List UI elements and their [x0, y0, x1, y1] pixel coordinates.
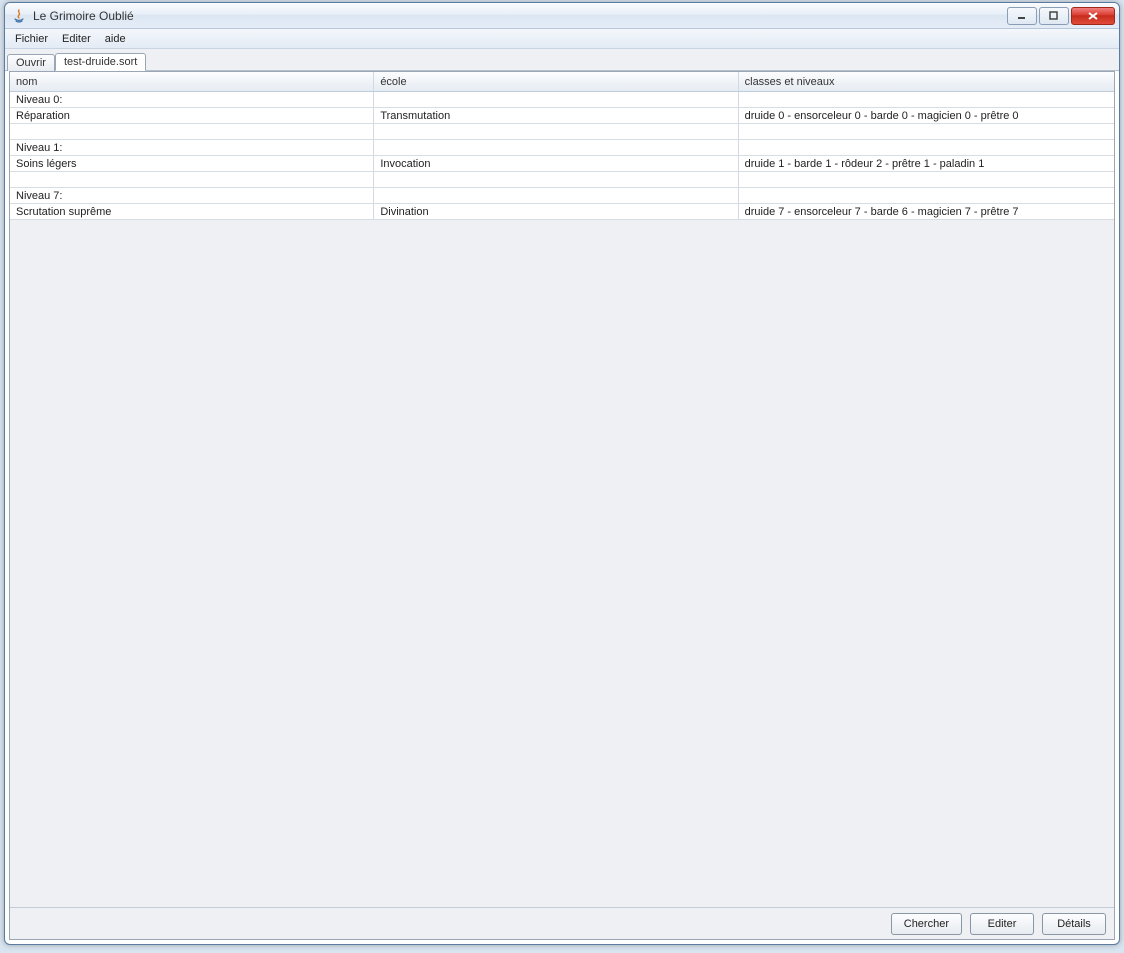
window-controls: [1005, 7, 1115, 25]
cell-nom: Niveau 0:: [10, 92, 374, 107]
menu-editer[interactable]: Editer: [56, 31, 97, 47]
table-row[interactable]: Soins légersInvocationdruide 1 - barde 1…: [10, 156, 1114, 172]
cell-classes: druide 1 - barde 1 - rôdeur 2 - prêtre 1…: [739, 156, 1114, 171]
cell-ecole: Invocation: [374, 156, 738, 171]
table-body[interactable]: Niveau 0:RéparationTransmutationdruide 0…: [10, 92, 1114, 907]
maximize-button[interactable]: [1039, 7, 1069, 25]
table-header: nom école classes et niveaux: [10, 72, 1114, 92]
footer-bar: Chercher Editer Détails: [10, 907, 1114, 939]
table-row[interactable]: Niveau 1:: [10, 140, 1114, 156]
tab-ouvrir[interactable]: Ouvrir: [7, 54, 55, 71]
cell-nom: [10, 124, 374, 139]
close-button[interactable]: [1071, 7, 1115, 25]
titlebar[interactable]: Le Grimoire Oublié: [5, 3, 1119, 29]
java-app-icon: [11, 8, 27, 24]
tab-file[interactable]: test-druide.sort: [55, 53, 146, 71]
close-icon: [1087, 11, 1099, 21]
cell-ecole: [374, 172, 738, 187]
cell-ecole: Divination: [374, 204, 738, 219]
menubar: Fichier Editer aide: [5, 29, 1119, 49]
cell-ecole: [374, 92, 738, 107]
table-row[interactable]: [10, 172, 1114, 188]
window-title: Le Grimoire Oublié: [33, 9, 1005, 23]
minimize-icon: [1017, 11, 1027, 21]
cell-nom: [10, 172, 374, 187]
maximize-icon: [1049, 11, 1059, 21]
cell-classes: [739, 124, 1114, 139]
column-header-nom[interactable]: nom: [10, 72, 374, 91]
cell-nom: Niveau 1:: [10, 140, 374, 155]
chercher-button[interactable]: Chercher: [891, 913, 962, 935]
menu-fichier[interactable]: Fichier: [9, 31, 54, 47]
cell-ecole: [374, 188, 738, 203]
table-row[interactable]: Niveau 7:: [10, 188, 1114, 204]
cell-nom: Soins légers: [10, 156, 374, 171]
table-row[interactable]: Niveau 0:: [10, 92, 1114, 108]
column-header-classes[interactable]: classes et niveaux: [739, 72, 1114, 91]
tabbar: Ouvrir test-druide.sort: [5, 49, 1119, 71]
table-row[interactable]: Scrutation suprêmeDivinationdruide 7 - e…: [10, 204, 1114, 220]
details-button[interactable]: Détails: [1042, 913, 1106, 935]
cell-ecole: [374, 124, 738, 139]
app-window: Le Grimoire Oublié Fichier Editer aide O…: [4, 2, 1120, 945]
cell-nom: Niveau 7:: [10, 188, 374, 203]
minimize-button[interactable]: [1007, 7, 1037, 25]
cell-classes: [739, 140, 1114, 155]
editer-button[interactable]: Editer: [970, 913, 1034, 935]
menu-aide[interactable]: aide: [99, 31, 132, 47]
table-row[interactable]: [10, 124, 1114, 140]
cell-classes: [739, 172, 1114, 187]
table-row[interactable]: RéparationTransmutationdruide 0 - ensorc…: [10, 108, 1114, 124]
content-panel: nom école classes et niveaux Niveau 0:Ré…: [9, 71, 1115, 940]
cell-classes: druide 7 - ensorceleur 7 - barde 6 - mag…: [739, 204, 1114, 219]
cell-classes: [739, 188, 1114, 203]
cell-ecole: [374, 140, 738, 155]
cell-ecole: Transmutation: [374, 108, 738, 123]
column-header-ecole[interactable]: école: [374, 72, 738, 91]
cell-nom: Réparation: [10, 108, 374, 123]
cell-classes: [739, 92, 1114, 107]
cell-nom: Scrutation suprême: [10, 204, 374, 219]
cell-classes: druide 0 - ensorceleur 0 - barde 0 - mag…: [739, 108, 1114, 123]
